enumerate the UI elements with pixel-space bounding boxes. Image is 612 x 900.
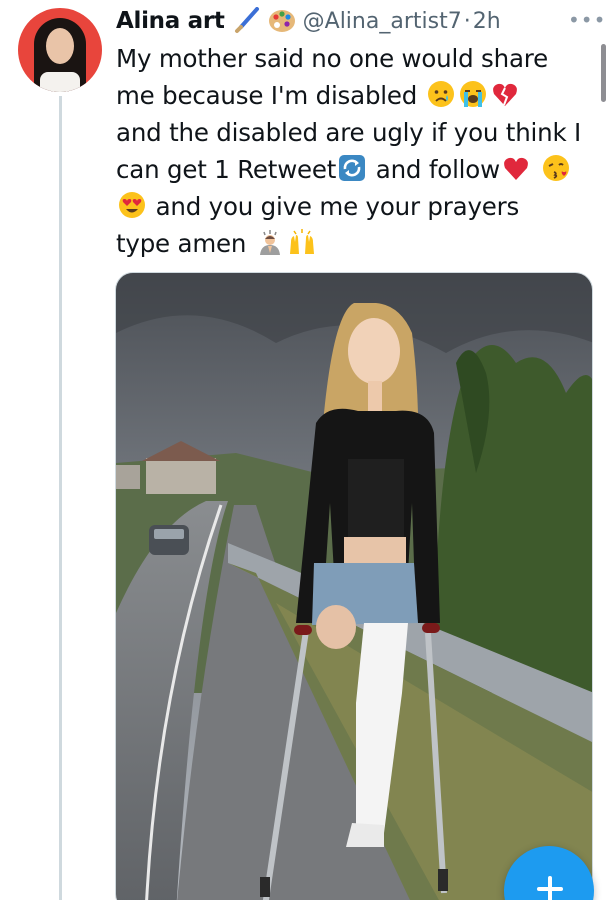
tweet-line: and you give me your prayers bbox=[116, 188, 600, 225]
heart-eyes-face-icon bbox=[119, 192, 145, 218]
author-name[interactable]: Alina art bbox=[116, 8, 225, 34]
red-heart-icon bbox=[504, 157, 528, 180]
repeat-icon bbox=[339, 155, 366, 181]
scrollbar[interactable] bbox=[601, 44, 606, 102]
more-options-icon[interactable]: ••• bbox=[568, 8, 606, 32]
author-handle[interactable]: @Alina_artist7 bbox=[303, 9, 462, 34]
photo-illustration bbox=[116, 273, 592, 900]
tweet-line: me because I'm disabled bbox=[116, 77, 600, 114]
dot-separator: · bbox=[463, 8, 471, 34]
broken-heart-icon bbox=[492, 83, 517, 106]
timestamp[interactable]: 2h bbox=[473, 9, 501, 34]
crying-face-icon bbox=[427, 81, 454, 107]
tweet-line: My mother said no one would share bbox=[116, 44, 548, 73]
tweet-line: type amen bbox=[116, 225, 600, 262]
avatar[interactable] bbox=[18, 8, 102, 92]
tweet-header: Alina art @Alina_artist7 · 2h bbox=[116, 6, 501, 36]
palette-icon bbox=[268, 10, 295, 32]
kissing-face-icon bbox=[542, 155, 569, 181]
tweet-text: My mother said no one would share me bec… bbox=[116, 40, 600, 262]
thread-line bbox=[59, 96, 62, 900]
tweet-photo[interactable] bbox=[115, 272, 593, 900]
loudly-crying-face-icon bbox=[459, 81, 486, 107]
praying-person-icon bbox=[259, 230, 280, 255]
paintbrush-icon bbox=[234, 7, 259, 33]
raising-hands-icon bbox=[289, 229, 314, 254]
tweet-line: can get 1 Retweet and follow bbox=[116, 151, 600, 188]
tweet-line: and the disabled are ugly if you think I bbox=[116, 118, 582, 147]
